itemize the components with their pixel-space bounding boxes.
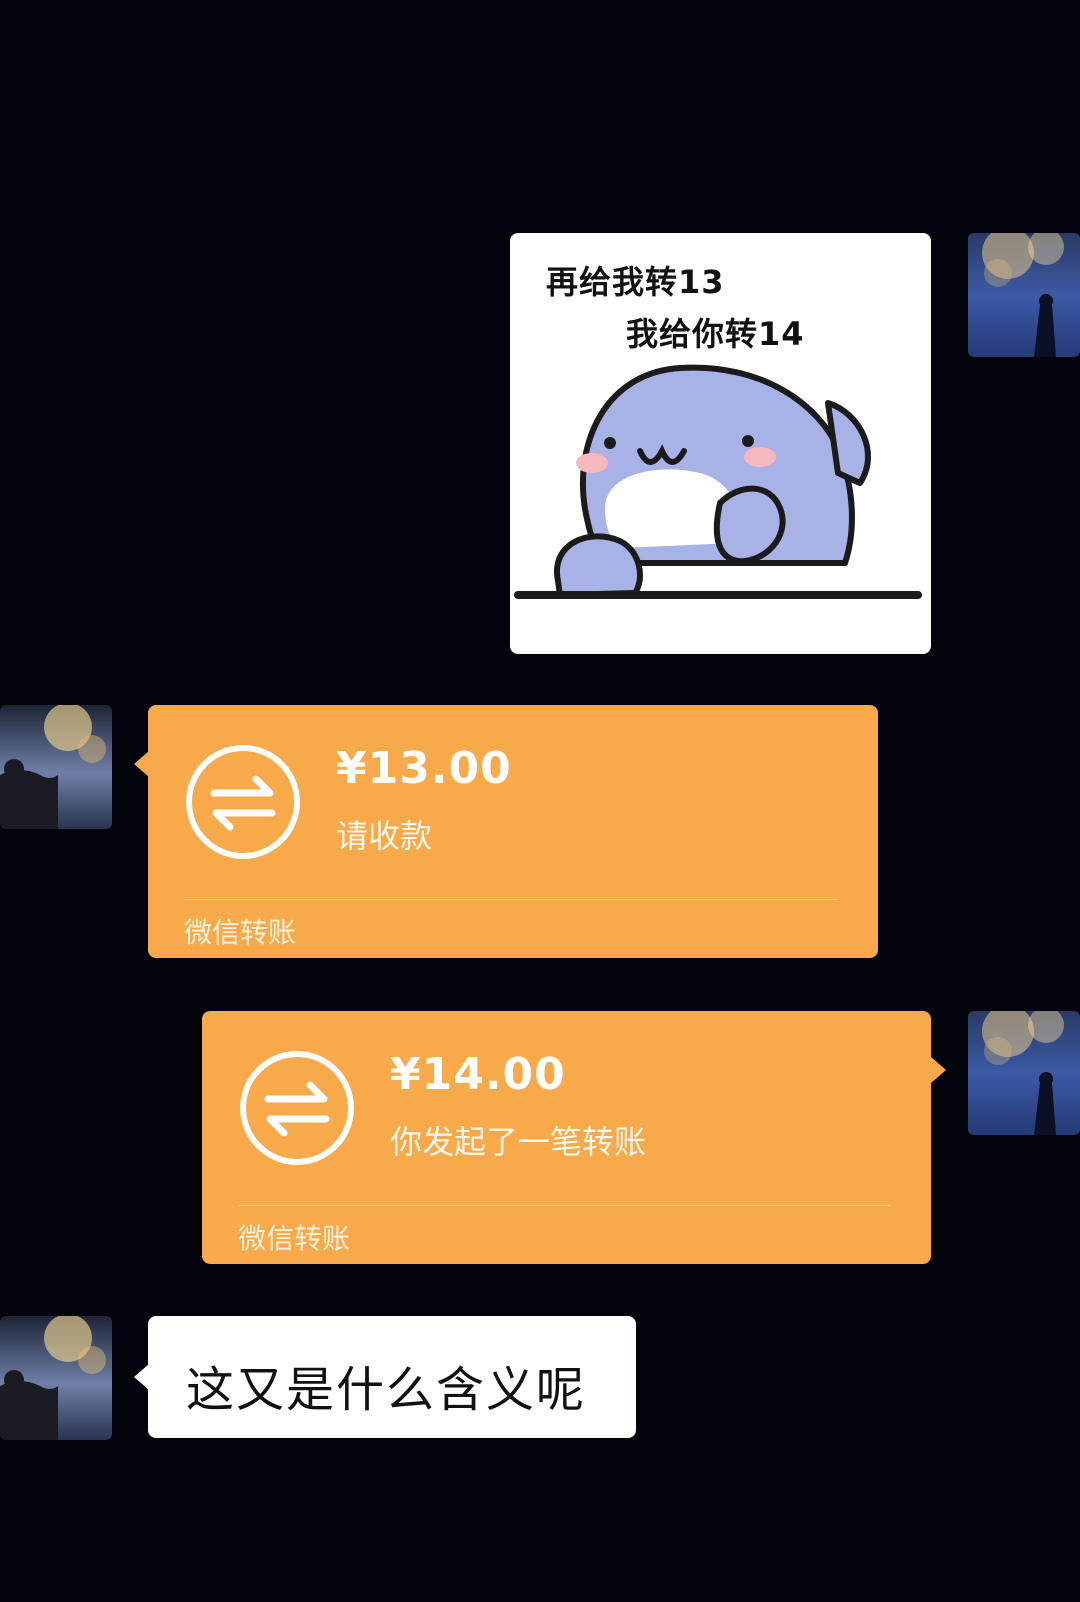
avatar-image [968,1011,1080,1135]
transfer-card-sent[interactable]: ¥14.00 你发起了一笔转账 微信转账 [202,1011,931,1264]
contact-avatar[interactable] [0,705,112,829]
text-message[interactable]: 这又是什么含义呢 [148,1316,636,1438]
avatar-image [0,1316,112,1440]
message-text: 这又是什么含义呢 [186,1362,587,1418]
transfer-description: 请收款 [336,817,433,855]
transfer-brand-label: 微信转账 [238,1222,351,1255]
transfer-brand-label: 微信转账 [184,916,297,949]
transfer-amount: ¥13.00 [336,743,512,794]
shark-sticker [514,364,922,599]
contact-avatar[interactable] [0,1316,112,1440]
transfer-description: 你发起了一笔转账 [390,1123,647,1161]
transfer-arrows-icon [186,745,300,859]
bubble-tail [931,1057,946,1083]
self-avatar[interactable] [968,1011,1080,1135]
divider [184,899,838,900]
self-avatar[interactable] [968,233,1080,357]
sticker-message[interactable]: 再给我转13 我给你转14 [510,233,931,654]
transfer-amount: ¥14.00 [390,1049,566,1100]
avatar-image [968,233,1080,357]
sticker-text-line1: 再给我转13 [546,263,725,301]
transfer-card-received[interactable]: ¥13.00 请收款 微信转账 [148,705,878,958]
divider [238,1205,891,1206]
bubble-tail [134,1364,149,1390]
avatar-image [0,705,112,829]
bubble-tail [134,751,149,777]
transfer-arrows-icon [240,1051,354,1165]
